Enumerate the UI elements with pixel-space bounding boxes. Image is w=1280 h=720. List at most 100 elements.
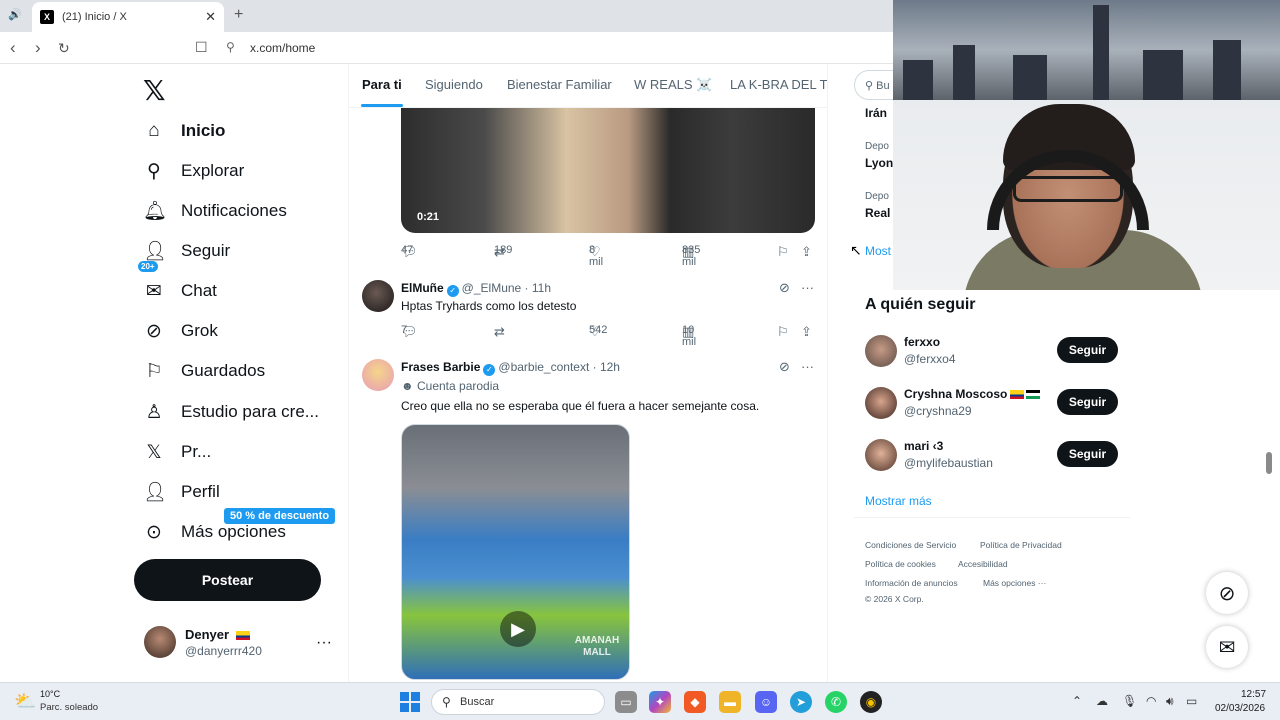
tab-bienestar-familiar[interactable]: Bienestar Familiar (507, 77, 612, 92)
bookmark-icon: ⚐ (145, 360, 163, 382)
tweet-author[interactable]: Frases Barbie ✓ @barbie_context · 12h (401, 360, 620, 376)
nav-grok[interactable]: ⊘ Grok (143, 316, 218, 346)
new-tab-icon[interactable]: + (234, 6, 243, 24)
x-premium-icon: 𝕏 (146, 441, 162, 463)
tweet-video[interactable]: 0:21 (401, 108, 815, 233)
tweet-author[interactable]: ElMuñe ✓ @_ElMune · 11h (401, 281, 551, 297)
show-more-follow-link[interactable]: Mostrar más (865, 494, 932, 508)
footer-link[interactable]: Condiciones de Servicio (865, 540, 956, 550)
trend-item[interactable]: Irán (865, 106, 887, 120)
trend-item[interactable]: Lyon (865, 156, 893, 170)
nav-label: Grok (181, 321, 218, 340)
url-field[interactable]: x.com/home (250, 41, 315, 55)
weather-temperature[interactable]: 10°C (40, 689, 60, 699)
nav-bookmarks[interactable]: ⚐ Guardados (143, 356, 265, 386)
volume-icon[interactable]: 🔊︎ (1166, 694, 1174, 709)
tab-audio-icon[interactable]: 🔊 (8, 8, 22, 21)
nav-chat[interactable]: ✉ Chat (143, 276, 217, 306)
creator-studio-icon: ♙ (145, 401, 163, 423)
show-more-trends-link[interactable]: Most (865, 244, 891, 258)
nav-notifications[interactable]: 🔔︎ Notificaciones (143, 196, 287, 226)
back-icon[interactable]: ‹ (10, 38, 16, 58)
copilot-icon[interactable]: ✦ (649, 691, 671, 713)
grok-fab-icon[interactable]: ⊘ (1206, 572, 1248, 614)
nav-more[interactable]: ⊙ Más opciones (143, 517, 286, 547)
footer-link[interactable]: Accesibilidad (958, 559, 1008, 569)
nav-profile[interactable]: 👤︎ Perfil (143, 477, 220, 507)
follow-handle: @cryshna29 (904, 404, 972, 418)
tweet-more-icon[interactable]: ··· (801, 280, 814, 295)
weather-icon[interactable]: ⛅ (14, 691, 36, 712)
tweet-avatar[interactable] (362, 280, 394, 312)
wifi-icon[interactable]: ◠ (1146, 694, 1156, 708)
task-view-icon[interactable]: ▭ (615, 691, 637, 713)
account-avatar[interactable] (144, 626, 176, 658)
forward-icon[interactable]: › (35, 38, 41, 58)
taskbar-search[interactable]: ⚲ Buscar (431, 689, 605, 715)
view-count: 10 mil (682, 324, 697, 348)
weather-description[interactable]: Parc. soleado (40, 702, 98, 713)
start-menu-icon[interactable] (400, 692, 420, 712)
x-logo-icon[interactable]: 𝕏 (143, 74, 166, 107)
nav-premium[interactable]: 𝕏 Pr... (143, 437, 211, 467)
search-icon: ⚲ (442, 695, 451, 709)
page-scrollbar[interactable] (1266, 452, 1272, 474)
follow-button[interactable]: Seguir (1057, 441, 1118, 467)
telegram-icon[interactable]: ➤ (790, 691, 812, 713)
reload-icon[interactable]: ↻ (58, 40, 70, 57)
taskbar-search-label: Buscar (460, 696, 495, 708)
tab-para-ti[interactable]: Para ti (362, 77, 402, 92)
follow-name[interactable]: mari ‹3 (904, 439, 943, 453)
account-more-icon[interactable]: ··· (316, 634, 332, 652)
nav-label: Notificaciones (181, 201, 287, 220)
verified-icon: ✓ (446, 285, 459, 297)
colombia-flag-icon (1010, 390, 1025, 399)
discord-icon[interactable]: ☺ (755, 691, 777, 713)
footer-link[interactable]: Información de anuncios (865, 578, 958, 588)
whatsapp-icon[interactable]: ✆ (825, 691, 847, 713)
follow-name[interactable]: Cryshna Moscoso (904, 387, 1041, 401)
grok-explain-icon[interactable]: ⊘ (779, 280, 790, 296)
osu-app-icon[interactable]: ◉ (860, 691, 882, 713)
nav-creator-studio[interactable]: ♙ Estudio para cre... (143, 397, 319, 427)
nav-home[interactable]: ⌂ Inicio (143, 116, 225, 146)
site-info-icon[interactable]: ⚲ (226, 40, 235, 54)
follow-button[interactable]: Seguir (1057, 389, 1118, 415)
nav-label: Pr... (181, 442, 212, 461)
clock-date[interactable]: 02/03/2026 (1215, 703, 1265, 714)
follow-avatar[interactable] (865, 439, 897, 471)
trend-item[interactable]: Real (865, 206, 890, 220)
follow-name[interactable]: ferxxo (904, 335, 940, 349)
clock-time[interactable]: 12:57 (1241, 689, 1266, 700)
tab-w-reals[interactable]: W REALS ☠️ (634, 77, 712, 93)
follow-button[interactable]: Seguir (1057, 337, 1118, 363)
tab-la-k-bra[interactable]: LA K-BRA DEL TR (730, 77, 827, 92)
person-add-icon: 👤︎ (143, 241, 168, 262)
footer-link[interactable]: Política de Privacidad (980, 540, 1062, 550)
tweet-avatar[interactable] (362, 359, 394, 391)
tweet-more-icon[interactable]: ··· (801, 359, 814, 374)
brave-browser-icon[interactable]: ◆ (684, 691, 706, 713)
microphone-icon[interactable]: 🎙︎ (1122, 694, 1137, 708)
grok-explain-icon[interactable]: ⊘ (779, 359, 790, 375)
follow-avatar[interactable] (865, 335, 897, 367)
tweet-video[interactable]: AMANAH MALL ▶ (401, 424, 630, 680)
file-explorer-icon[interactable]: ▬ (719, 691, 741, 713)
messages-fab-icon[interactable]: ✉ (1206, 626, 1248, 668)
follow-avatar[interactable] (865, 387, 897, 419)
onedrive-icon[interactable]: ☁ (1096, 694, 1108, 708)
tab-siguiendo[interactable]: Siguiendo (425, 77, 483, 92)
tray-overflow-icon[interactable]: ⌃ (1072, 694, 1082, 708)
browser-tab[interactable]: X (21) Inicio / X ✕ (32, 2, 224, 32)
footer-link[interactable]: Más opciones ··· (983, 578, 1046, 588)
account-name[interactable]: Denyer (185, 627, 250, 642)
post-button[interactable]: Postear (134, 559, 321, 601)
nav-explore[interactable]: ⚲ Explorar (143, 156, 244, 186)
x-favicon-icon: X (40, 10, 54, 24)
close-tab-icon[interactable]: ✕ (205, 9, 216, 25)
battery-icon[interactable]: ▭ (1186, 694, 1197, 708)
play-icon[interactable]: ▶ (500, 611, 536, 647)
footer-link[interactable]: Política de cookies (865, 559, 936, 569)
nav-follow[interactable]: 👤︎ Seguir (143, 236, 230, 266)
bookmark-page-icon[interactable]: ☐ (195, 39, 208, 56)
